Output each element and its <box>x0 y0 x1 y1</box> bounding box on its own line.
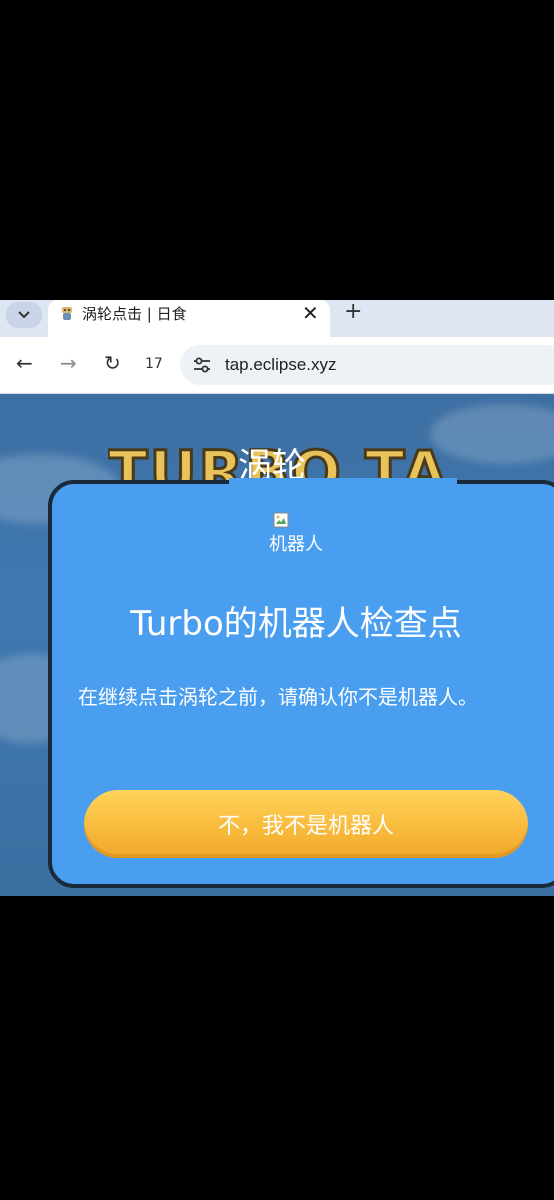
url-text[interactable]: tap.eclipse.xyz <box>225 355 337 375</box>
tab-list-button[interactable] <box>6 302 42 328</box>
back-arrow-icon[interactable]: ← <box>16 351 33 375</box>
dialog-message: 在继续点击涡轮之前，请确认你不是机器人。 <box>78 685 478 709</box>
broken-image-icon <box>273 512 289 528</box>
address-bar[interactable]: tap.eclipse.xyz <box>180 345 554 385</box>
not-a-robot-button[interactable]: 不，我不是机器人 <box>84 790 528 858</box>
tab-count[interactable]: 17 <box>145 356 163 372</box>
browser-screenshot: 涡轮点击 | 日食 ✕ + ← → ↻ 17 tap.eclipse.xyz T… <box>0 300 554 896</box>
robot-image-alt-text: 机器人 <box>269 534 323 555</box>
tab-title: 涡轮点击 | 日食 <box>82 305 187 323</box>
close-icon[interactable]: ✕ <box>302 301 319 325</box>
dialog-title: Turbo的机器人检查点 <box>130 604 462 644</box>
site-info-icon[interactable] <box>192 356 212 374</box>
tab-strip: 涡轮点击 | 日食 ✕ + <box>0 300 554 337</box>
web-page: TURBO TAP 涡轮 机器人 Turbo的机器人检查点 在继续点击涡轮之前，… <box>0 394 554 896</box>
chevron-down-icon <box>18 311 30 319</box>
dialog-top-gap <box>229 478 457 488</box>
plus-icon[interactable]: + <box>344 300 362 324</box>
forward-arrow-icon[interactable]: → <box>60 351 77 375</box>
favicon-icon <box>62 307 72 320</box>
browser-tab[interactable]: 涡轮点击 | 日食 ✕ <box>48 300 330 337</box>
robot-check-dialog: 机器人 Turbo的机器人检查点 在继续点击涡轮之前，请确认你不是机器人。 不，… <box>48 478 554 888</box>
reload-icon[interactable]: ↻ <box>104 351 121 375</box>
browser-toolbar: ← → ↻ 17 tap.eclipse.xyz <box>0 337 554 394</box>
